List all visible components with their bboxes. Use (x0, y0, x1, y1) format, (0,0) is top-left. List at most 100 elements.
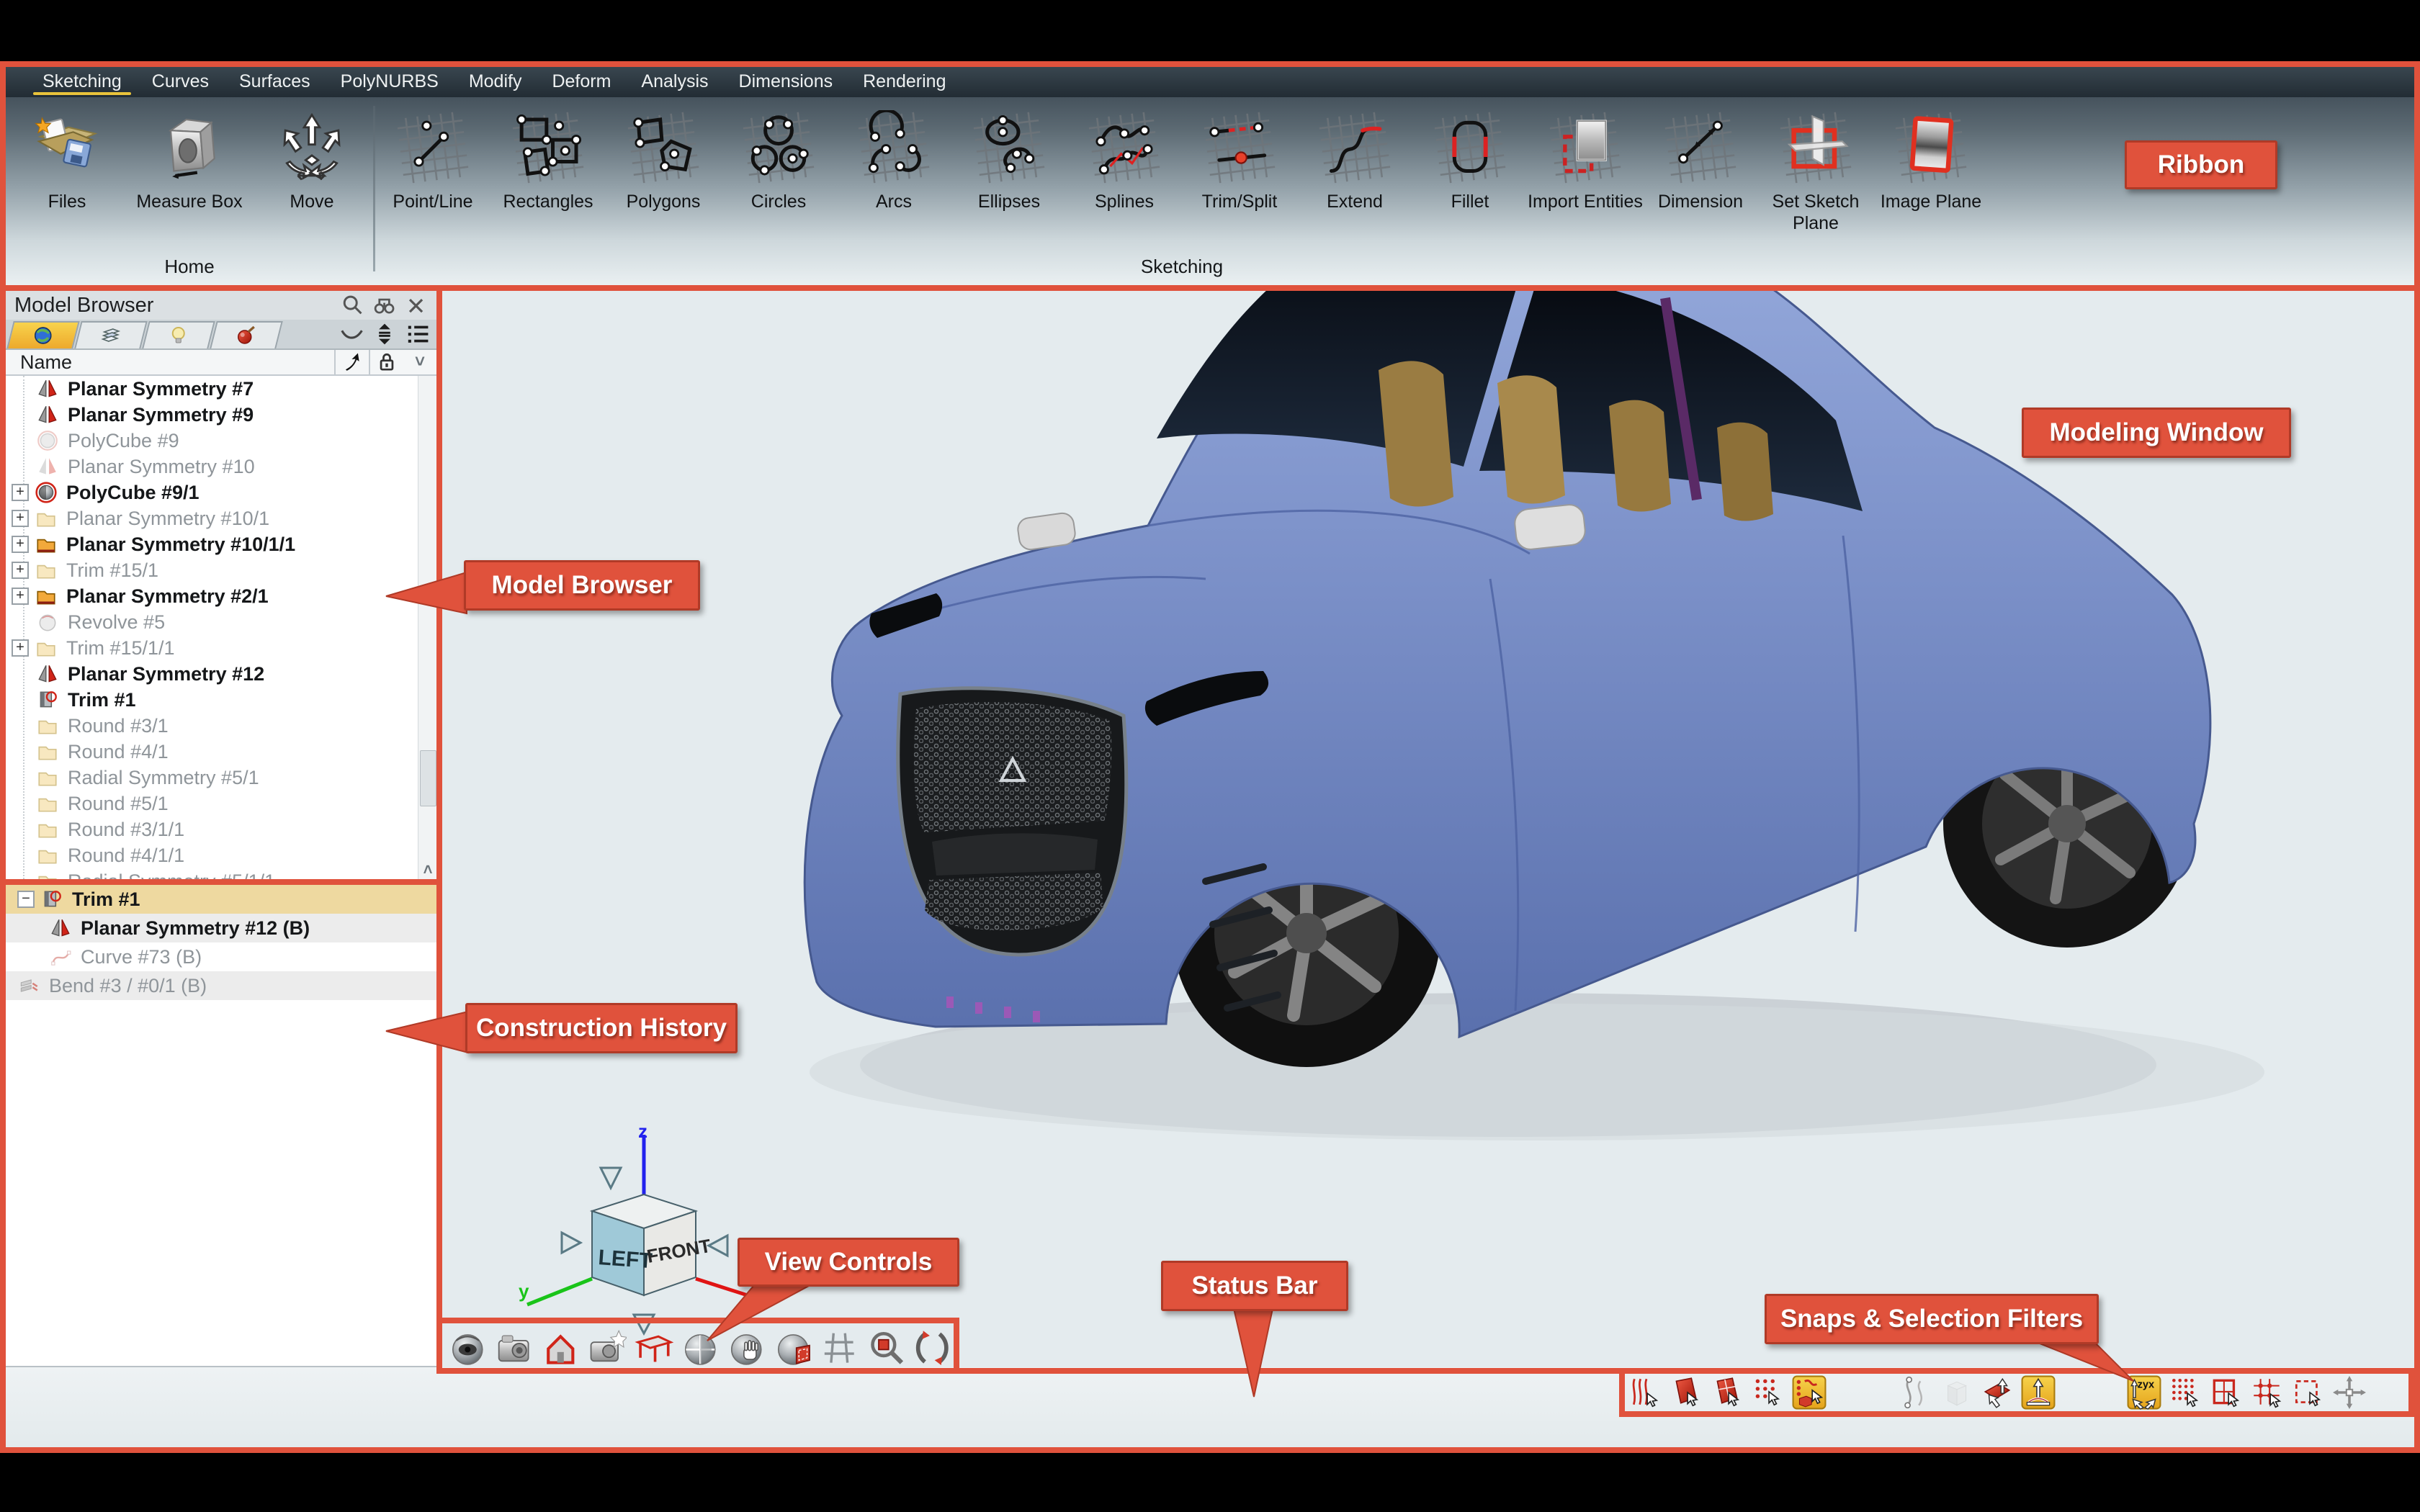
tool-files[interactable]: Files (6, 110, 128, 212)
tool-trim-split[interactable]: Trim/Split (1182, 110, 1297, 234)
view-cube[interactable]: z y x LEFT FRONT (514, 1126, 788, 1342)
model-browser-scrollbar[interactable]: ˄ (418, 376, 436, 879)
collapse-expand-icon[interactable] (372, 321, 398, 347)
callout-construction-history: Construction History (465, 1003, 738, 1053)
scroll-up-icon[interactable]: ˅ (403, 350, 436, 374)
tool-extend[interactable]: Extend (1297, 110, 1412, 234)
tree-row[interactable]: + Trim #15/1 (6, 557, 418, 583)
tree-row-label: Planar Symmetry #10/1/1 (66, 534, 295, 556)
tree-row[interactable]: Radial Symmetry #5/1 (6, 765, 418, 791)
pin-arrow-icon[interactable] (334, 350, 369, 374)
tree-row[interactable]: Planar Symmetry #10 (6, 454, 418, 480)
tool-fillet[interactable]: Fillet (1412, 110, 1528, 234)
history-row[interactable]: −Trim #1 (6, 885, 436, 914)
tool-label: Polygons (627, 191, 701, 212)
tree-row-label: Planar Symmetry #10/1 (66, 508, 269, 530)
tree-row[interactable]: Planar Symmetry #9 (6, 402, 418, 428)
column-header-name: Name (20, 351, 334, 374)
expander-minus-icon[interactable]: − (17, 891, 35, 908)
menu-item-modify[interactable]: Modify (454, 67, 537, 97)
browser-tab-materials[interactable] (210, 321, 282, 348)
tool-set-sketch-plane[interactable]: Set Sketch Plane (1758, 110, 1873, 234)
callout-status-bar: Status Bar (1161, 1261, 1348, 1311)
tree-row[interactable]: + Planar Symmetry #10/1 (6, 505, 418, 531)
tree-row[interactable]: Trim #1 (6, 687, 418, 713)
tool-rectangles[interactable]: Rectangles (490, 110, 606, 234)
tree-row[interactable]: Round #4/1 (6, 739, 418, 765)
tool-label: Circles (751, 191, 806, 212)
menu-item-dimensions[interactable]: Dimensions (724, 67, 848, 97)
menu-item-rendering[interactable]: Rendering (848, 67, 961, 97)
tool-import-entities[interactable]: Import Entities (1528, 110, 1643, 234)
menu-item-curves[interactable]: Curves (137, 67, 224, 97)
tool-move[interactable]: Move (251, 110, 373, 212)
tree-row[interactable]: Planar Symmetry #12 (6, 661, 418, 687)
browser-tab-bulb[interactable] (142, 321, 215, 348)
splines-icon (1087, 110, 1162, 185)
tool-ellipses[interactable]: Ellipses (951, 110, 1067, 234)
callout-snaps: Snaps & Selection Filters (1765, 1294, 2099, 1344)
tree-row[interactable]: Round #3/1/1 (6, 816, 418, 842)
tool-measure-box[interactable]: Measure Box (128, 110, 251, 212)
tree-row[interactable]: + Planar Symmetry #10/1/1 (6, 531, 418, 557)
close-icon[interactable] (403, 293, 428, 318)
expander-plus-icon[interactable]: + (12, 639, 29, 657)
tree-row-label: PolyCube #9/1 (66, 482, 200, 504)
tree-row[interactable]: Revolve #5 (6, 609, 418, 635)
expander-plus-icon[interactable]: + (12, 588, 29, 605)
lock-icon[interactable] (369, 350, 403, 374)
tool-dimension[interactable]: Dimension (1643, 110, 1758, 234)
cube-dim-icon (36, 429, 59, 452)
model-browser-panel: Model Browser Name ˅ Planar Symmetry #7P… (6, 291, 436, 879)
tool-polygons[interactable]: Polygons (606, 110, 721, 234)
tool-arcs[interactable]: Arcs (836, 110, 951, 234)
trim-icon (36, 688, 59, 711)
tree-row[interactable]: +Trim #15/1/1 (6, 635, 418, 661)
menu-item-analysis[interactable]: Analysis (626, 67, 723, 97)
history-row[interactable]: Planar Symmetry #12 (B) (6, 914, 436, 942)
frame-bottom (0, 1447, 2420, 1453)
tool-label: Files (48, 191, 86, 212)
model-browser-tree: Planar Symmetry #7Planar Symmetry #9Poly… (6, 376, 418, 879)
folder-dim-icon (36, 844, 59, 867)
scrollbar-thumb[interactable] (420, 750, 436, 806)
tree-row-label: Round #3/1/1 (68, 819, 184, 841)
tool-image-plane[interactable]: Image Plane (1873, 110, 1989, 234)
scroll-down-icon[interactable]: ˄ (418, 860, 436, 879)
menu-item-sketching[interactable]: Sketching (27, 67, 137, 97)
menu-item-polynurbs[interactable]: PolyNURBS (326, 67, 454, 97)
expander-plus-icon[interactable]: + (12, 510, 29, 527)
tree-row[interactable]: Round #5/1 (6, 791, 418, 816)
tool-point-line[interactable]: Point/Line (375, 110, 490, 234)
tool-splines[interactable]: Splines (1067, 110, 1182, 234)
menu-item-deform[interactable]: Deform (537, 67, 626, 97)
list-view-icon[interactable] (405, 321, 431, 347)
sym-icon (36, 377, 59, 400)
tree-row[interactable]: Radial Symmetry #5/1/1 (6, 868, 418, 879)
expander-plus-icon[interactable]: + (12, 536, 29, 553)
browser-tab-layers[interactable] (74, 321, 147, 348)
folder-dim-icon (36, 740, 59, 763)
tree-row-label: Trim #15/1 (66, 559, 158, 582)
tree-row[interactable]: Planar Symmetry #7 (6, 376, 418, 402)
search-icon[interactable] (340, 293, 364, 318)
browser-tab-scene-globe[interactable] (6, 321, 79, 348)
tree-row[interactable]: Round #4/1/1 (6, 842, 418, 868)
tree-row[interactable]: + PolyCube #9/1 (6, 480, 418, 505)
sym-dim-icon (36, 455, 59, 478)
tree-row-label: Revolve #5 (68, 611, 165, 634)
tool-circles[interactable]: Circles (721, 110, 836, 234)
folder-dim-icon (36, 766, 59, 789)
tree-row[interactable]: PolyCube #9 (6, 428, 418, 454)
menu-item-surfaces[interactable]: Surfaces (224, 67, 326, 97)
expander-plus-icon[interactable]: + (12, 562, 29, 579)
history-row[interactable]: Curve #73 (B) (6, 942, 436, 971)
tree-row[interactable]: +Planar Symmetry #2/1 (6, 583, 418, 609)
curve-swoosh-icon[interactable] (339, 321, 364, 347)
binoculars-icon[interactable] (372, 293, 396, 318)
tree-row[interactable]: Round #3/1 (6, 713, 418, 739)
expander-plus-icon[interactable]: + (12, 484, 29, 501)
files-icon (30, 110, 104, 185)
history-row[interactable]: Bend #3 / #0/1 (B) (6, 971, 436, 1000)
model-browser-titlebar: Model Browser (6, 291, 436, 320)
